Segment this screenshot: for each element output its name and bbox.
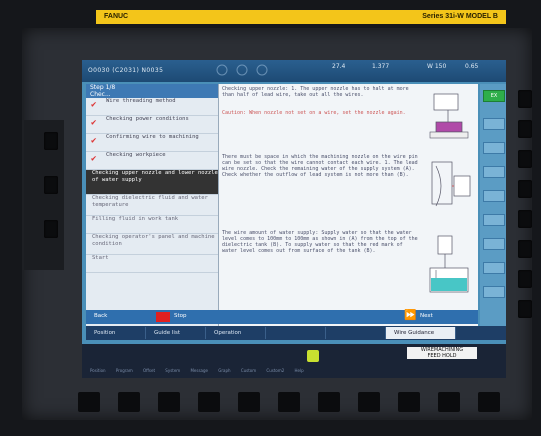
step-item[interactable]: Checking dielectric fluid and water temp… (86, 195, 218, 216)
panel-button[interactable] (483, 166, 505, 178)
step-label: Confirming wire to machining (106, 134, 199, 140)
bottom-soft-key[interactable] (278, 392, 300, 412)
step-item[interactable]: ✔ Checking power conditions (86, 116, 218, 134)
instruction-block: There must be space in which the machini… (222, 154, 418, 178)
step-item[interactable]: Filling fluid in work tank (86, 216, 218, 234)
step-item[interactable]: ✔ Confirming wire to machining (86, 134, 218, 152)
bottom-soft-key[interactable] (78, 392, 100, 412)
next-arrow-icon[interactable]: ⏩ (404, 311, 416, 321)
softkey-position[interactable]: Position (86, 327, 146, 339)
mode-line-2: FEED HOLD (427, 353, 457, 359)
step-item[interactable]: ✔ Wire threading method (86, 98, 218, 116)
step-item[interactable]: Start (86, 255, 218, 273)
right-side-key[interactable] (518, 210, 532, 228)
step-header: Step 1/8 Chec... (86, 84, 218, 98)
bottom-soft-key[interactable] (438, 392, 460, 412)
back-button[interactable]: Back (94, 313, 107, 319)
left-side-key[interactable] (44, 176, 58, 194)
panel-button[interactable] (483, 238, 505, 250)
checkmark-icon: ✔ (91, 154, 97, 164)
panel-button[interactable] (483, 118, 505, 130)
guidance-nav-bar: Back Stop ⏩ Next (86, 310, 478, 324)
instruction-text: Checking upper nozzle: 1. The upper nozz… (222, 86, 422, 334)
step-label: Filling fluid in work tank (92, 216, 179, 222)
bottom-soft-key[interactable] (238, 392, 260, 412)
function-key-labels: Position Program Offset System Message G… (90, 368, 304, 373)
panel-button[interactable] (483, 286, 505, 298)
tank-level-diagram-icon (429, 235, 469, 293)
instruction-block: Checking upper nozzle: 1. The upper nozz… (222, 86, 409, 98)
machine-mode-box: WIREMACHINING FEED HOLD (407, 347, 477, 359)
right-side-key[interactable] (518, 150, 532, 168)
step-counter: Step 1/8 (90, 84, 116, 91)
step-item[interactable]: Checking operator's panel and machine co… (86, 234, 218, 255)
step-item-active[interactable]: Checking upper nozzle and lower nozzle o… (86, 170, 218, 195)
status-indicator-icon (307, 350, 319, 362)
softkey-bar: Position Guide list Operation Wire Guida… (86, 326, 506, 340)
bottom-soft-key[interactable] (478, 392, 500, 412)
bottom-status-strip: WIREMACHINING FEED HOLD Position Program… (82, 344, 506, 378)
status-bar: O0030 (C2031) N0035 27.4 1.377 W 150 0.6… (82, 60, 506, 82)
instruction-block: The wire amount of water supply: Supply … (222, 230, 418, 254)
readout-2: 1.377 (372, 63, 390, 70)
nozzle-diagram-icon (429, 93, 469, 139)
checkmark-icon: ✔ (91, 100, 97, 110)
right-side-key[interactable] (518, 120, 532, 138)
softkey-guide-list[interactable]: Guide list (146, 327, 206, 339)
right-function-panel: EX (480, 84, 506, 336)
panel-button[interactable] (483, 190, 505, 202)
step-label: Checking upper nozzle and lower nozzle o… (92, 170, 218, 183)
caution-block: Caution: When nozzle not set on a wire, … (222, 110, 406, 116)
bottom-soft-key[interactable] (398, 392, 420, 412)
left-side-key[interactable] (44, 132, 58, 150)
right-side-key[interactable] (518, 300, 532, 318)
step-label: Start (92, 255, 109, 261)
ex-label: EX (490, 93, 498, 99)
right-side-key[interactable] (518, 240, 532, 258)
bottom-soft-key[interactable] (318, 392, 340, 412)
step-label: Checking operator's panel and machine co… (92, 234, 215, 247)
right-side-key[interactable] (518, 90, 532, 108)
panel-button[interactable] (483, 262, 505, 274)
model-label: Series 31i-W MODEL B (422, 13, 498, 20)
panel-button[interactable] (483, 214, 505, 226)
top-strip: FANUC Series 31i-W MODEL B (96, 10, 506, 24)
stop-icon[interactable] (156, 312, 170, 322)
readout-3: W 150 (427, 63, 447, 70)
left-side-key[interactable] (44, 220, 58, 238)
checkmark-icon: ✔ (91, 118, 97, 128)
bottom-soft-key[interactable] (118, 392, 140, 412)
next-button[interactable]: Next (420, 313, 433, 319)
checkmark-icon: ✔ (91, 136, 97, 146)
readout-4: 0.65 (465, 63, 479, 70)
step-list: Step 1/8 Chec... ✔ Wire threading method … (86, 84, 219, 336)
right-side-key[interactable] (518, 180, 532, 198)
axis-graphic-icon (216, 64, 268, 76)
step-label: Wire threading method (106, 98, 176, 104)
ex-button[interactable]: EX (483, 90, 505, 102)
softkey-empty[interactable] (326, 327, 386, 339)
softkey-empty[interactable] (266, 327, 326, 339)
step-item[interactable]: ✔ Checking workpiece (86, 152, 218, 170)
guidance-content: Step 1/8 Chec... ✔ Wire threading method … (86, 84, 478, 336)
bottom-soft-key[interactable] (198, 392, 220, 412)
readout-1: 27.4 (332, 63, 346, 70)
step-label: Checking workpiece (106, 152, 166, 158)
brand-label: FANUC (104, 13, 129, 20)
cnc-screen: O0030 (C2031) N0035 27.4 1.377 W 150 0.6… (82, 60, 506, 378)
wire-path-diagram-icon (431, 161, 471, 207)
program-mode: O0030 (C2031) N0035 (88, 67, 164, 74)
softkey-operation[interactable]: Operation (206, 327, 266, 339)
stop-button[interactable]: Stop (174, 313, 187, 319)
panel-button[interactable] (483, 142, 505, 154)
step-label: Checking dielectric fluid and water temp… (92, 195, 208, 208)
figure-column (424, 84, 478, 336)
right-side-key[interactable] (518, 270, 532, 288)
bottom-soft-key[interactable] (158, 392, 180, 412)
bottom-soft-key[interactable] (358, 392, 380, 412)
step-label: Checking power conditions (106, 116, 189, 122)
step-title: Chec... (90, 91, 111, 98)
softkey-wire-guidance[interactable]: Wire Guidance (386, 327, 456, 339)
